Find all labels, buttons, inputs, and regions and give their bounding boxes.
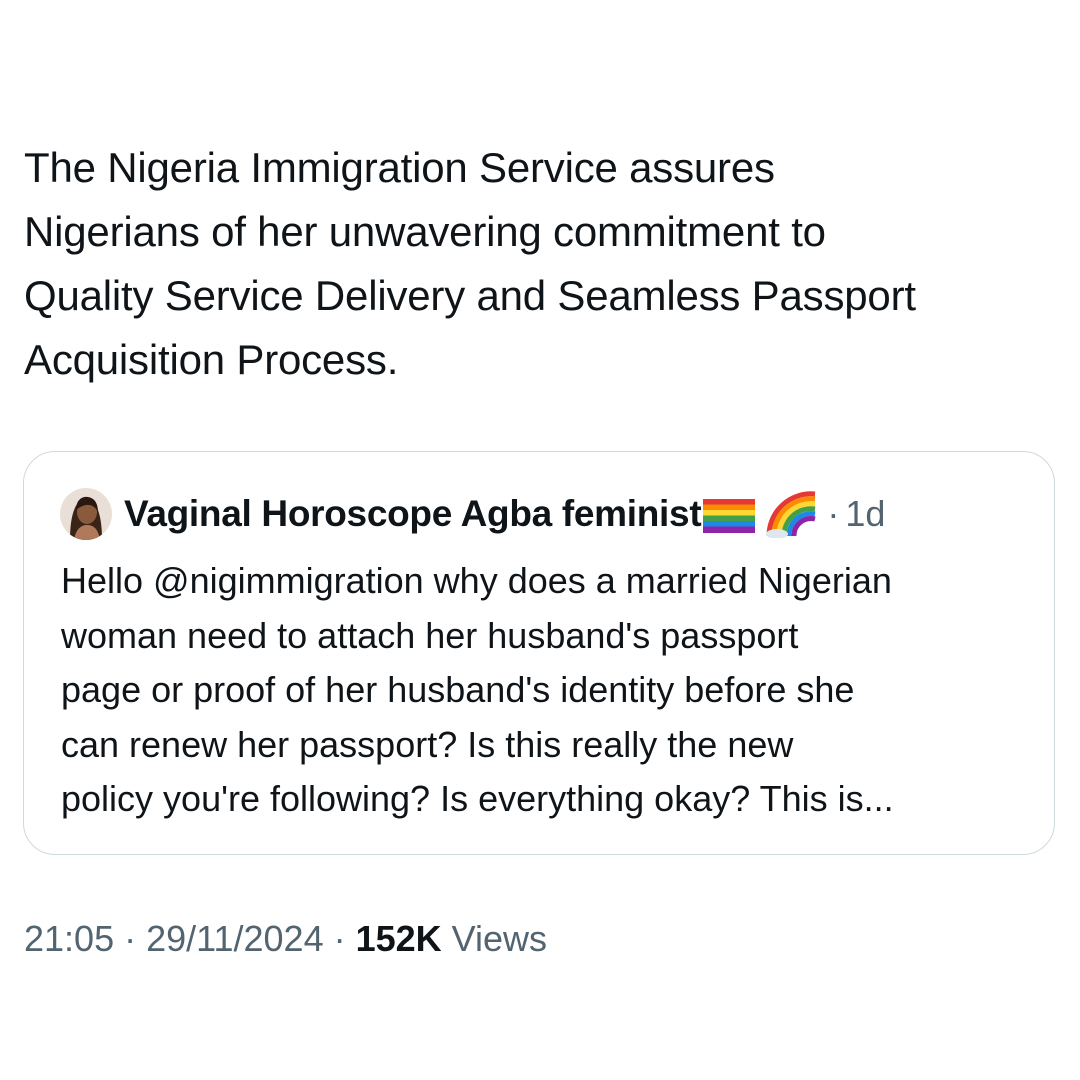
tweet-text-line: Acquisition Process. <box>24 336 399 383</box>
rainbow-icon <box>765 490 819 539</box>
avatar[interactable] <box>60 488 112 540</box>
separator-dot: · <box>323 918 356 959</box>
views-label: Views <box>441 918 548 959</box>
quoted-text-line: can renew her passport? Is this really t… <box>61 723 794 765</box>
tweet-text-line: Nigerians of her unwavering commitment t… <box>24 208 826 255</box>
separator-dot: · <box>827 493 840 534</box>
quoted-tweet-card[interactable]: Vaginal Horoscope Agba feminist · 1d Hel… <box>23 451 1055 855</box>
separator-dot: · <box>114 918 147 959</box>
views-count[interactable]: 152K <box>356 918 442 959</box>
quoted-timestamp[interactable]: 1d <box>845 493 885 535</box>
tweet-text: The Nigeria Immigration Service assures … <box>24 136 1054 392</box>
quoted-tweet-header: Vaginal Horoscope Agba feminist · 1d <box>60 486 885 542</box>
post-date[interactable]: 29/11/2024 <box>146 918 324 959</box>
quoted-text-line: policy you're following? Is everything o… <box>61 778 894 819</box>
quoted-text-line: Hello @nigimmigration why does a married… <box>61 560 892 601</box>
quoted-tweet-text: Hello @nigimmigration why does a married… <box>61 554 1041 827</box>
quoted-text-line: page or proof of her husband's identity … <box>61 669 855 710</box>
quoted-text-line: woman need to attach her husband's passp… <box>61 614 799 656</box>
tweet-text-line: The Nigeria Immigration Service assures <box>24 144 775 191</box>
tweet-text-line: Quality Service Delivery and Seamless Pa… <box>24 272 916 319</box>
rainbow-flag-icon <box>703 499 756 533</box>
tweet-meta: 21:05 · 29/11/2024 · 152K Views <box>24 918 547 960</box>
post-time[interactable]: 21:05 <box>24 918 114 959</box>
quoted-author-name[interactable]: Vaginal Horoscope Agba feminist <box>124 493 702 535</box>
